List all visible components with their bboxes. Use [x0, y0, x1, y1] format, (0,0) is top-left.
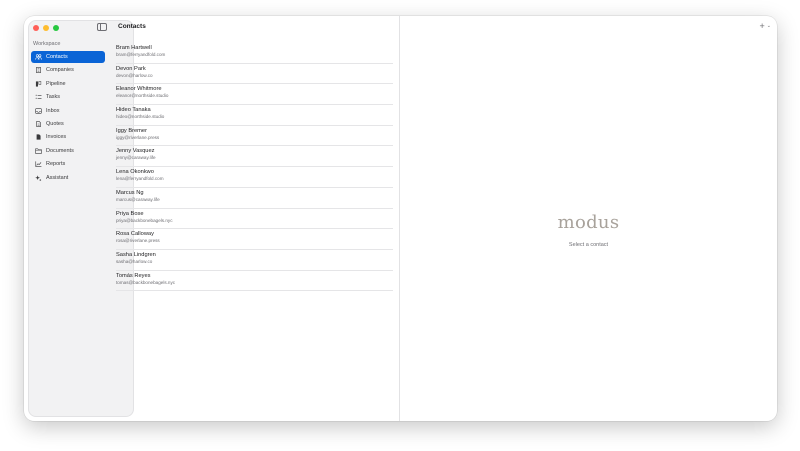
- contact-row[interactable]: Lena Okonkwo lena@ferryandfold.com: [116, 167, 393, 188]
- contact-row[interactable]: Jenny Vasquez jenny@caraway.life: [116, 146, 393, 168]
- contact-row[interactable]: Sasha Lindgren sasha@harlow.co: [116, 250, 393, 271]
- contact-name: Marcus Ng: [116, 189, 144, 196]
- contact-email: jenny@caraway.life: [116, 155, 156, 161]
- contact-email: eleanor@northside.studio: [116, 93, 169, 99]
- invoice-icon: [35, 134, 42, 140]
- contact-email: marcus@caraway.life: [116, 196, 160, 202]
- contact-email: tomas@backbonebagels.nyc: [116, 279, 176, 285]
- sidebar-item-label: Companies: [46, 67, 74, 74]
- sidebar-item-inbox[interactable]: Inbox: [31, 105, 105, 117]
- contact-name: Eleanor Whitmore: [116, 86, 162, 93]
- contact-email: iggy@riverlane.press: [116, 134, 160, 140]
- building-icon: [35, 67, 42, 74]
- contact-row[interactable]: Bram Hartwell bram@ferryandfold.com: [116, 43, 393, 64]
- sidebar-item-label: Reports: [46, 161, 66, 168]
- contact-email: sasha@harlow.co: [116, 258, 153, 264]
- sidebar-item-pipeline[interactable]: Pipeline: [31, 78, 105, 90]
- folder-icon: [35, 148, 42, 154]
- sidebar-item-tasks[interactable]: Tasks: [31, 91, 105, 103]
- contact-name: Tomás Reyes: [116, 272, 151, 279]
- contact-email: devon@harlow.co: [116, 72, 153, 78]
- contact-name: Lena Okonkwo: [116, 169, 154, 176]
- sidebar-item-quotes[interactable]: Quotes: [31, 118, 105, 130]
- sidebar-item-label: Assistant: [46, 174, 69, 181]
- sidebar-nav: Contacts Companies Pipeline Tasks Inbox Quote…: [31, 51, 105, 185]
- sidebar-section-label: Workspace: [33, 41, 61, 47]
- contact-email: hideo@northside.studio: [116, 114, 165, 120]
- contact-row[interactable]: Devon Park devon@harlow.co: [116, 64, 393, 85]
- contact-row[interactable]: Rosa Calloway rosa@riverlane.press: [116, 229, 393, 250]
- contact-row[interactable]: Tomás Reyes tomas@backbonebagels.nyc: [116, 271, 393, 292]
- people-icon: [35, 54, 42, 60]
- app-window: Workspace Contacts Companies Pipeline Tasks…: [24, 16, 777, 421]
- detail-pane: modus Select a contact: [400, 16, 777, 421]
- sidebar-item-invoices[interactable]: Invoices: [31, 131, 105, 143]
- sidebar-item-label: Contacts: [46, 54, 68, 60]
- contact-row[interactable]: Priya Bose priya@backbonebagels.nyc: [116, 209, 393, 230]
- checklist-icon: [35, 94, 42, 100]
- contact-name: Hideo Tanaka: [116, 107, 151, 114]
- pipeline-icon: [35, 80, 42, 87]
- sidebar-item-assistant[interactable]: Assistant: [31, 172, 105, 184]
- app-logo: modus: [557, 212, 620, 233]
- chart-icon: [35, 161, 42, 167]
- sidebar-item-label: Inbox: [46, 107, 60, 114]
- contact-email: bram@ferryandfold.com: [116, 52, 166, 57]
- close-window-button[interactable]: [33, 25, 39, 31]
- contact-name: Rosa Calloway: [116, 231, 154, 238]
- empty-state-message: Select a contact: [568, 242, 609, 248]
- contact-name: Devon Park: [116, 65, 146, 72]
- sidebar-item-companies[interactable]: Companies: [31, 64, 105, 76]
- sidebar-item-documents[interactable]: Documents: [31, 145, 105, 157]
- contact-name: Priya Bose: [116, 210, 144, 217]
- contact-row[interactable]: Iggy Bremer iggy@riverlane.press: [116, 126, 393, 147]
- contact-list: Bram Hartwell bram@ferryandfold.com Devon …: [116, 43, 393, 292]
- contact-name: Iggy Bremer: [116, 127, 147, 134]
- minimize-window-button[interactable]: [43, 25, 49, 31]
- zoom-window-button[interactable]: [53, 25, 59, 31]
- document-icon: [35, 121, 42, 127]
- sidebar-item-label: Invoices: [46, 134, 67, 141]
- sidebar-toggle-icon[interactable]: [97, 23, 107, 31]
- window-controls: [33, 25, 59, 31]
- sidebar-item-reports[interactable]: Reports: [31, 158, 105, 170]
- contact-name: Bram Hartwell: [116, 45, 152, 51]
- sidebar-item-contacts[interactable]: Contacts: [31, 51, 105, 63]
- contact-row[interactable]: Eleanor Whitmore eleanor@northside.studio: [116, 84, 393, 106]
- sparkle-icon: [35, 174, 42, 181]
- contact-name: Jenny Vasquez: [116, 148, 155, 155]
- sidebar-item-label: Documents: [46, 147, 74, 154]
- contact-row[interactable]: Hideo Tanaka hideo@northside.studio: [116, 105, 393, 126]
- contact-name: Sasha Lindgren: [116, 251, 156, 258]
- contact-email: lena@ferryandfold.com: [116, 176, 164, 182]
- contact-row[interactable]: Marcus Ng marcus@caraway.life: [116, 188, 393, 209]
- sidebar-item-label: Quotes: [46, 120, 64, 127]
- sidebar-item-label: Tasks: [46, 94, 61, 101]
- inbox-icon: [35, 107, 42, 114]
- contact-email: priya@backbonebagels.nyc: [116, 217, 173, 223]
- sidebar-item-label: Pipeline: [46, 80, 66, 87]
- contact-email: rosa@riverlane.press: [116, 238, 160, 244]
- page-title: Contacts: [118, 23, 146, 30]
